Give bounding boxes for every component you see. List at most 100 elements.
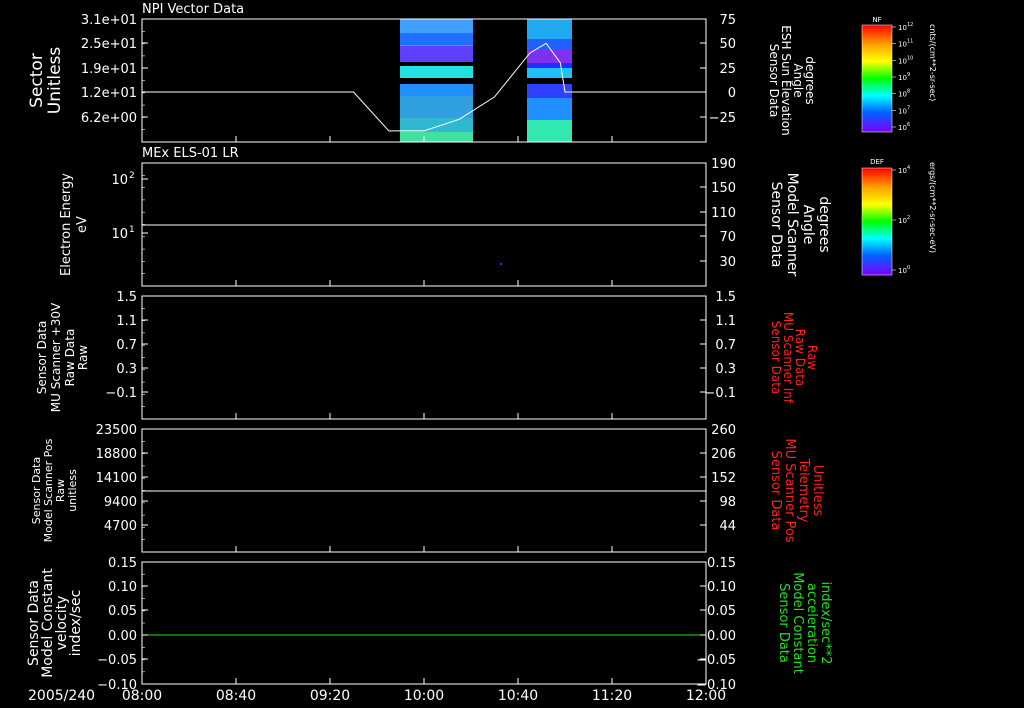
left-tick-label: 1.1 <box>116 314 137 329</box>
right-tick-label: −0.05 <box>696 653 736 668</box>
colorbar-tick-exponent: 9 <box>907 72 910 78</box>
right-axis-label: MU Scanner Pos <box>782 438 797 543</box>
x-tick-label: 11:20 <box>592 688 632 704</box>
left-tick-label: 0.3 <box>116 362 137 377</box>
left-axis-label: Raw <box>76 345 90 370</box>
left-tick-label: 10 <box>111 173 128 188</box>
right-tick-label: 0.10 <box>707 580 736 595</box>
left-tick-label: 6.2e+00 <box>81 111 137 126</box>
colorbar-tick-exponent: 4 <box>907 165 910 171</box>
right-axis-label: index/sec**2 <box>818 581 833 664</box>
colorbar-tick-label: 10 <box>898 167 907 175</box>
colorbar-tick-exponent: 12 <box>907 22 913 28</box>
date-label: 2005/240 <box>28 688 95 704</box>
right-tick-label: 70 <box>719 230 736 245</box>
left-tick-exponent: 1 <box>129 225 135 235</box>
right-axis-label: Sensor Data <box>769 321 783 395</box>
right-tick-label: 1.5 <box>715 290 736 305</box>
left-axis-label: unitless <box>66 469 79 512</box>
colorbar-tick-label: 10 <box>898 217 907 225</box>
right-axis-label: acceleration <box>804 583 819 663</box>
right-tick-label: 50 <box>719 37 736 52</box>
right-tick-label: 0.7 <box>715 338 736 353</box>
colorbar-tick-exponent: 8 <box>907 89 910 95</box>
right-tick-label: 260 <box>711 423 736 438</box>
left-axis-label: Raw Data <box>63 329 77 387</box>
panel-1: NPI Vector Data 3.1e+012.5e+011.9e+011.2… <box>81 2 736 143</box>
left-tick-label: −0.05 <box>97 653 137 668</box>
panel-2: MEx ELS-01 LR 10 210 1 1901501107030 <box>111 146 736 287</box>
left-tick-exponent: 2 <box>129 171 135 181</box>
panel-3: 1.5 1.1 0.7 0.3 −0.1 1.5 1.1 0.7 0.3 −0.1 <box>105 290 736 420</box>
left-tick-label: 0.7 <box>116 338 137 353</box>
stacked-plot: NPI Vector Data 3.1e+012.5e+011.9e+011.2… <box>26 2 937 704</box>
right-tick-label: 110 <box>711 206 736 221</box>
right-tick-label: −25 <box>709 111 736 126</box>
colorbar-def-gradient <box>861 167 893 276</box>
right-tick-label: 190 <box>711 157 736 172</box>
spectrogram-block-2 <box>527 19 572 142</box>
right-tick-label: 1.1 <box>715 314 736 329</box>
panel-5-frame <box>141 561 707 685</box>
spectrogram-block-1 <box>400 19 473 142</box>
right-tick-label: 0 <box>728 86 736 101</box>
x-tick-label: 08:00 <box>122 688 162 704</box>
x-tick-label: 08:40 <box>216 688 256 704</box>
colorbar-tick-label: 10 <box>898 57 907 65</box>
left-tick-label: 14100 <box>96 471 137 486</box>
right-tick-label: 0.05 <box>707 604 736 619</box>
right-tick-label: 98 <box>719 495 736 510</box>
left-tick-label: 3.1e+01 <box>81 13 137 28</box>
right-axis-label: Raw <box>805 345 819 370</box>
left-tick-label: 4700 <box>104 519 137 534</box>
right-tick-label: 30 <box>719 255 736 270</box>
right-axis-label: ESH Sun Elevation <box>779 25 793 135</box>
left-axis-label: Sensor Data <box>35 321 49 395</box>
right-axis-label: Angle <box>791 63 805 97</box>
left-tick-label: 0.15 <box>108 556 137 571</box>
right-tick-label: 206 <box>711 447 736 462</box>
right-tick-label: 25 <box>719 62 736 77</box>
right-tick-label: 0.15 <box>707 556 736 571</box>
colorbar-nf-title: NF <box>872 16 881 24</box>
right-tick-label: 0.3 <box>715 362 736 377</box>
right-axis-label: Sensor Data <box>768 182 784 268</box>
colorbar-tick-label: 10 <box>898 107 907 115</box>
left-axis-label: MU Scanner +30V <box>49 302 63 412</box>
right-axis-label: Model Constant <box>790 572 805 674</box>
colorbar-tick-exponent: 6 <box>907 122 910 128</box>
colorbar-tick-label: 10 <box>898 267 907 275</box>
right-tick-label: 0.00 <box>707 629 736 644</box>
left-tick-label: 9400 <box>104 495 137 510</box>
right-tick-label: −0.1 <box>704 386 736 401</box>
panel-4: 23500 18800 14100 9400 4700 260 206 152 98 44 <box>96 423 736 553</box>
right-axis-label: Angle <box>800 205 816 245</box>
right-axis-label: Sensor Data <box>776 583 791 663</box>
colorbar-tick-label: 10 <box>898 91 907 99</box>
colorbar-tick-exponent: 0 <box>907 265 910 271</box>
colorbar-tick-exponent: 11 <box>907 39 913 45</box>
left-tick-label: 10 <box>111 227 128 242</box>
left-axis-label: Electron Energy <box>59 173 74 276</box>
left-tick-label: −0.1 <box>105 386 137 401</box>
left-tick-label: 0.05 <box>108 604 137 619</box>
colorbar-tick-exponent: 10 <box>907 55 913 61</box>
left-tick-label: 0.00 <box>108 629 137 644</box>
right-tick-label: 44 <box>719 519 736 534</box>
left-tick-label: 1.5 <box>116 290 137 305</box>
right-axis-label: Raw Data <box>793 329 807 387</box>
panel-2-title: MEx ELS-01 LR <box>142 146 239 161</box>
x-tick-label: 12:00 <box>686 688 726 704</box>
left-tick-label: 18800 <box>96 447 137 462</box>
x-tick-label: 10:40 <box>498 688 538 704</box>
left-axis-label: Unitless <box>45 47 65 115</box>
right-axis-label: Sensor Data <box>767 44 781 118</box>
colorbar-def: DEF 10 410 210 0 ergs/(cm**2-sr-sec-eV) <box>861 158 937 276</box>
left-axis-label: eV <box>75 216 90 233</box>
left-axis-label: Sector <box>27 53 47 108</box>
colorbar-def-unit: ergs/(cm**2-sr-sec-eV) <box>928 162 937 253</box>
right-axis-label: Model Scanner <box>784 173 800 277</box>
left-tick-label: 2.5e+01 <box>81 37 137 52</box>
colorbar-tick-label: 10 <box>898 124 907 132</box>
right-tick-label: 150 <box>711 181 736 196</box>
